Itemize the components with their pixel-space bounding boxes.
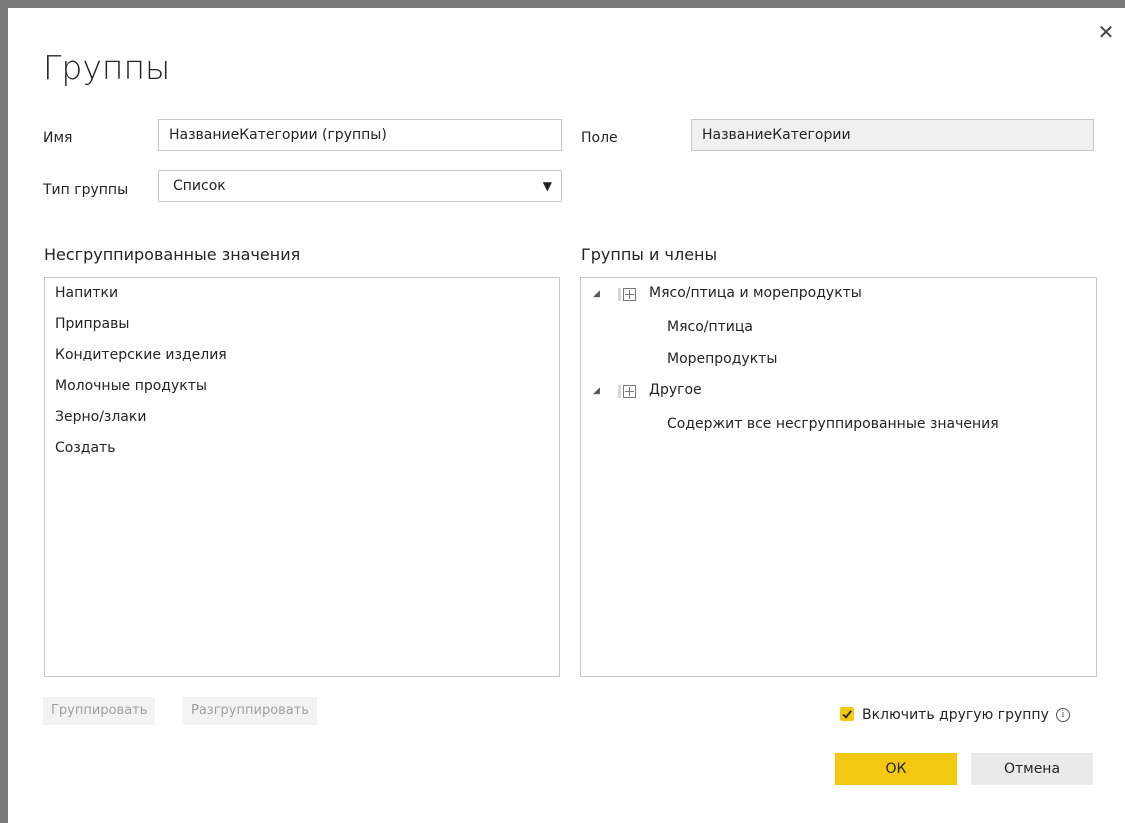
include-other-label[interactable]: Включить другую группу (862, 707, 1049, 723)
list-item[interactable]: Кондитерские изделия (55, 347, 227, 363)
tree-member[interactable]: Морепродукты (667, 351, 777, 367)
tree-member[interactable]: Мясо/птица (667, 319, 753, 335)
expand-triangle-icon[interactable]: ◢ (593, 289, 600, 299)
name-input[interactable]: НазваниеКатегории (группы) (158, 119, 562, 151)
field-value-readonly: НазваниеКатегории (691, 119, 1094, 151)
ok-button[interactable]: ОК (835, 753, 957, 785)
tree-group-label[interactable]: Мясо/птица и морепродукты (649, 285, 862, 301)
group-table-icon (623, 385, 636, 398)
cancel-button[interactable]: Отмена (971, 753, 1093, 785)
name-label: Имя (43, 130, 73, 146)
groups-tree[interactable]: ◢ Мясо/птица и морепродукты Мясо/птица М… (580, 277, 1097, 677)
list-item[interactable]: Зерно/злаки (55, 409, 146, 425)
group-table-icon (623, 288, 636, 301)
window-frame-top (0, 0, 1125, 8)
expand-triangle-icon[interactable]: ◢ (593, 386, 600, 396)
group-bar (618, 288, 621, 301)
dialog-title: Группы (43, 48, 171, 87)
list-item[interactable]: Создать (55, 440, 115, 456)
checkmark-icon (842, 710, 852, 719)
list-item[interactable]: Напитки (55, 285, 118, 301)
group-button[interactable]: Группировать (43, 697, 156, 725)
field-label: Поле (581, 130, 618, 146)
ungrouped-header: Несгруппированные значения (44, 245, 301, 264)
list-item[interactable]: Приправы (55, 316, 129, 332)
tree-group-label[interactable]: Другое (649, 382, 702, 398)
include-other-checkbox[interactable] (840, 707, 854, 721)
group-bar (618, 385, 621, 398)
group-type-label: Тип группы (43, 182, 129, 198)
ungrouped-list[interactable]: Напитки Приправы Кондитерские изделия Мо… (44, 277, 560, 677)
chevron-down-icon: ▼ (542, 179, 552, 193)
info-icon[interactable]: i (1056, 708, 1070, 722)
window-frame-left (0, 0, 8, 823)
tree-member[interactable]: Содержит все несгруппированные значения (667, 416, 999, 432)
list-item[interactable]: Молочные продукты (55, 378, 207, 394)
group-type-value: Список (173, 178, 226, 194)
group-type-select[interactable]: Список ▼ (158, 170, 562, 202)
groups-header: Группы и члены (581, 245, 718, 264)
close-icon[interactable]: ✕ (1094, 20, 1118, 44)
ungroup-button[interactable]: Разгруппировать (183, 697, 318, 725)
